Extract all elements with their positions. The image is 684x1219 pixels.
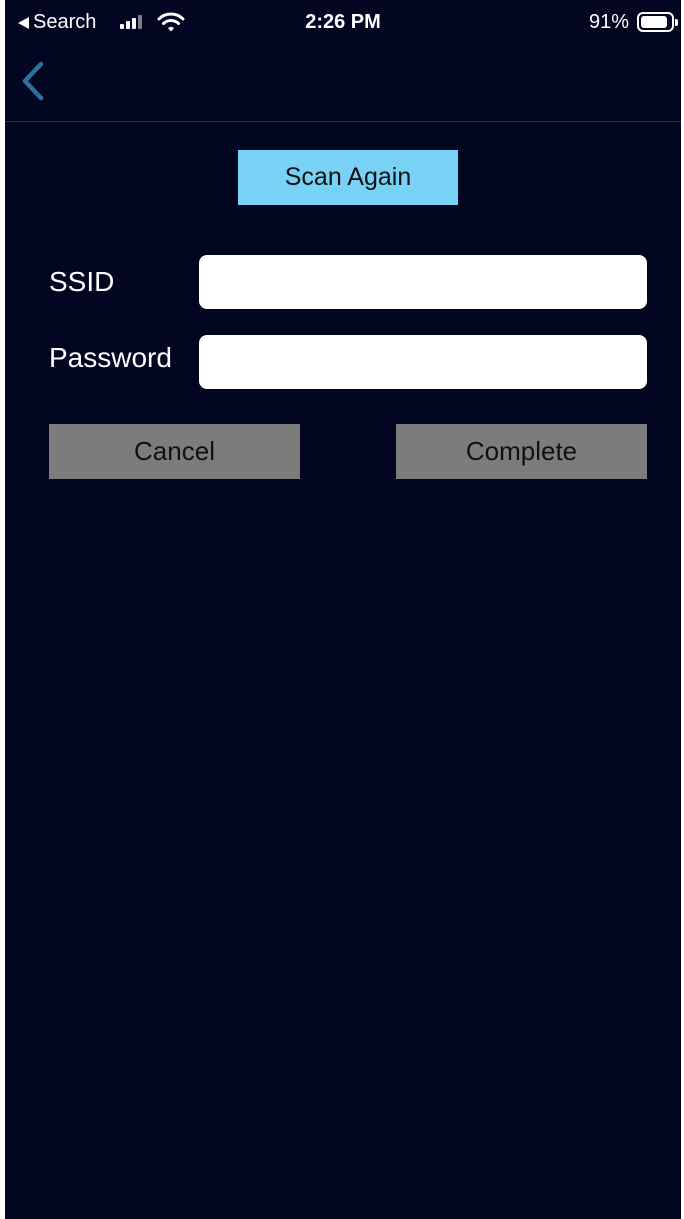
battery-fill [641, 16, 668, 28]
password-label: Password [49, 342, 172, 373]
app-screen: Search 2:26 PM 91% Scan Again SSID Passw… [5, 0, 681, 1219]
ssid-field[interactable] [199, 255, 647, 309]
ssid-label: SSID [49, 266, 115, 297]
password-field[interactable] [199, 335, 647, 389]
clock: 2:26 PM [305, 11, 381, 33]
cancel-button[interactable]: Cancel [49, 424, 300, 479]
battery-icon [637, 12, 678, 32]
complete-button[interactable]: Complete [396, 424, 647, 479]
battery-percentage: 91% [589, 11, 630, 33]
status-bar: Search 2:26 PM 91% [5, 0, 681, 46]
navigation-bar [5, 46, 681, 122]
chevron-left-icon[interactable] [17, 58, 49, 104]
scan-again-button[interactable]: Scan Again [238, 150, 458, 205]
